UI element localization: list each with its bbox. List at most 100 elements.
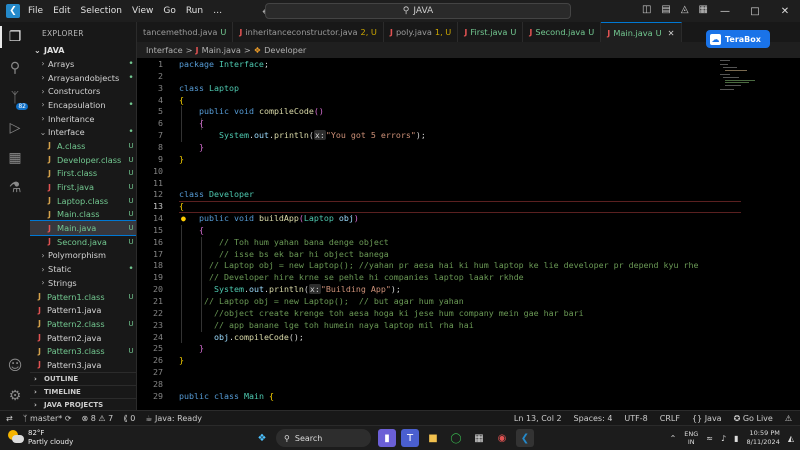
code-line[interactable]: 2 (137, 71, 737, 83)
search-view-icon[interactable]: ⚲ (5, 58, 25, 78)
battery-icon[interactable]: ▮ (734, 434, 738, 443)
breadcrumb-file[interactable]: Main.java (202, 45, 241, 55)
code-line[interactable]: 10 (137, 166, 737, 178)
toggle-panel-icon[interactable]: ▤ (661, 4, 670, 15)
edge-icon[interactable]: ◯ (447, 429, 465, 447)
tree-folder[interactable]: › Arraysandobjects • (30, 71, 136, 85)
code-line[interactable]: 27 (137, 367, 737, 379)
task-view-icon[interactable]: ▮ (378, 429, 396, 447)
code-line[interactable]: 9} (137, 154, 737, 166)
editor-tab[interactable]: Jpoly.java 1, U (384, 22, 459, 42)
branch-indicator[interactable]: ᛉ master* ⟳ (23, 414, 72, 423)
menu-view[interactable]: View (132, 6, 153, 16)
menu-selection[interactable]: Selection (81, 6, 122, 16)
tree-folder[interactable]: ⌄ Interface • (30, 125, 136, 139)
toggle-sidebar-icon[interactable]: ◫ (642, 4, 651, 15)
clock[interactable]: 10:59 PM 8/11/2024 (747, 429, 780, 447)
tree-file[interactable]: J Second.java U (30, 235, 136, 249)
tree-file[interactable]: J Pattern1.class U (30, 290, 136, 304)
indentation[interactable]: Spaces: 4 (574, 414, 613, 423)
code-line[interactable]: 26} (137, 355, 737, 367)
weather-widget[interactable]: 82°F Partly cloudy (8, 429, 73, 447)
run-debug-icon[interactable]: ▷ (5, 118, 25, 138)
breadcrumb-symbol[interactable]: Developer (264, 45, 306, 55)
language-indicator[interactable]: ENG IN (684, 430, 698, 446)
code-line[interactable]: 12 class Developer (137, 189, 737, 201)
code-line[interactable]: 7 System.out.println(x:"You got 5 errors… (137, 130, 737, 142)
code-line[interactable]: 8 } (137, 142, 737, 154)
line-ending[interactable]: CRLF (660, 414, 680, 423)
close-window-icon[interactable]: ✕ (770, 0, 800, 22)
tree-folder[interactable]: › Constructors (30, 84, 136, 98)
code-line[interactable]: 21 // Laptop obj = new Laptop(); // but … (137, 296, 737, 308)
settings-gear-icon[interactable]: ⚙ (5, 386, 25, 406)
tree-file[interactable]: J Pattern2.java (30, 331, 136, 345)
tree-file[interactable]: J First.class U (30, 167, 136, 181)
start-windows-icon[interactable]: ❖ (253, 429, 271, 447)
breadcrumb-folder[interactable]: Interface (146, 45, 183, 55)
code-editor[interactable]: 1 package Interface; 2 3 class Laptop 4{5 pub… (137, 58, 800, 410)
tree-file[interactable]: J Main.class U (30, 208, 136, 222)
code-line[interactable]: 5 public void compileCode() (137, 106, 737, 118)
volume-icon[interactable]: ♪ (721, 434, 726, 443)
code-line[interactable]: 11 (137, 178, 737, 190)
code-line[interactable]: 4{ (137, 95, 737, 107)
encoding[interactable]: UTF-8 (624, 414, 647, 423)
code-line[interactable]: 13 { (137, 201, 737, 213)
source-control-icon[interactable]: ᛉ 82 (5, 88, 28, 110)
code-line[interactable]: 17 // isse bs ek bar hi object banega (137, 249, 737, 261)
code-line[interactable]: 18 // Laptop obj = new Laptop(); //yahan… (137, 260, 737, 272)
code-line[interactable]: 14 public void buildApp(Laptop obj) ● (137, 213, 737, 225)
code-line[interactable]: 1 package Interface; (137, 59, 737, 71)
notification-bell-icon[interactable]: ◭ (788, 434, 794, 443)
code-line[interactable]: 29 public class Main { (137, 391, 737, 403)
tray-overflow-icon[interactable]: ⌃ (670, 434, 677, 443)
problems-indicator[interactable]: ⊗ 8 ⚠ 7 (82, 414, 114, 423)
tree-file[interactable]: J Main.java U (30, 220, 136, 236)
code-line[interactable]: 28 (137, 379, 737, 391)
tree-file[interactable]: J Laptop.class U (30, 194, 136, 208)
vscode-taskbar-icon[interactable]: ❮ (516, 429, 534, 447)
menu-edit[interactable]: Edit (53, 6, 70, 16)
remote-icon[interactable]: ⇄ (6, 414, 13, 423)
editor-tab[interactable]: J First.java U (458, 22, 524, 42)
close-tab-icon[interactable]: ✕ (668, 28, 675, 38)
code-line[interactable]: 19 // Developer hire krne se pehle hi co… (137, 272, 737, 284)
code-line[interactable]: 16 // Toh hum yahan bana denge object (137, 237, 737, 249)
go-live-button[interactable]: ✪ Go Live (734, 414, 773, 423)
code-line[interactable]: 15 { (137, 225, 737, 237)
tree-folder[interactable]: › Polymorphism (30, 249, 136, 263)
tree-file[interactable]: J Pattern2.class U (30, 317, 136, 331)
command-center-search[interactable]: ⚲ JAVA (265, 3, 571, 19)
lightbulb-icon[interactable]: ● (181, 213, 186, 225)
minimize-icon[interactable]: — (710, 0, 740, 22)
notifications-bell-icon[interactable]: ⚠ (785, 414, 792, 423)
code-line[interactable]: 23 // app banane lge toh humein naya lap… (137, 320, 737, 332)
code-line[interactable]: 6 { (137, 118, 737, 130)
outline-section[interactable]: › OUTLINE (30, 372, 136, 385)
teams-icon[interactable]: T (401, 429, 419, 447)
tree-file[interactable]: J Developer.class U (30, 153, 136, 167)
editor-tab[interactable]: J Second.java U (523, 22, 602, 42)
cursor-position[interactable]: Ln 13, Col 2 (514, 414, 562, 423)
menu-go[interactable]: Go (163, 6, 175, 16)
menu-run[interactable]: Run (186, 6, 203, 16)
editor-tab[interactable]: J Main.java U ✕ (601, 22, 682, 42)
tree-file[interactable]: J First.java U (30, 180, 136, 194)
wifi-icon[interactable]: ≈ (706, 434, 713, 443)
code-line[interactable]: 3 class Laptop (137, 83, 737, 95)
store-icon[interactable]: ▦ (470, 429, 488, 447)
code-line[interactable]: 22 //object create krenge toh aesa hoga … (137, 308, 737, 320)
account-icon[interactable]: ☺ (5, 356, 25, 376)
maximize-icon[interactable]: □ (740, 0, 770, 22)
code-line[interactable]: 24 obj.compileCode(); (137, 332, 737, 344)
tree-file[interactable]: J A.class U (30, 139, 136, 153)
file-explorer-icon[interactable]: ■ (424, 429, 442, 447)
tree-file[interactable]: J Pattern1.java (30, 303, 136, 317)
menu-file[interactable]: File (28, 6, 43, 16)
toggle-secondary-sidebar-icon[interactable]: ◬ (681, 4, 689, 15)
ports-indicator[interactable]: ⟪ 0 (123, 414, 135, 423)
taskbar-search[interactable]: ⚲ Search (276, 429, 371, 447)
tree-file[interactable]: J Pattern3.class U (30, 344, 136, 358)
tree-file[interactable]: J Pattern3.java (30, 358, 136, 372)
